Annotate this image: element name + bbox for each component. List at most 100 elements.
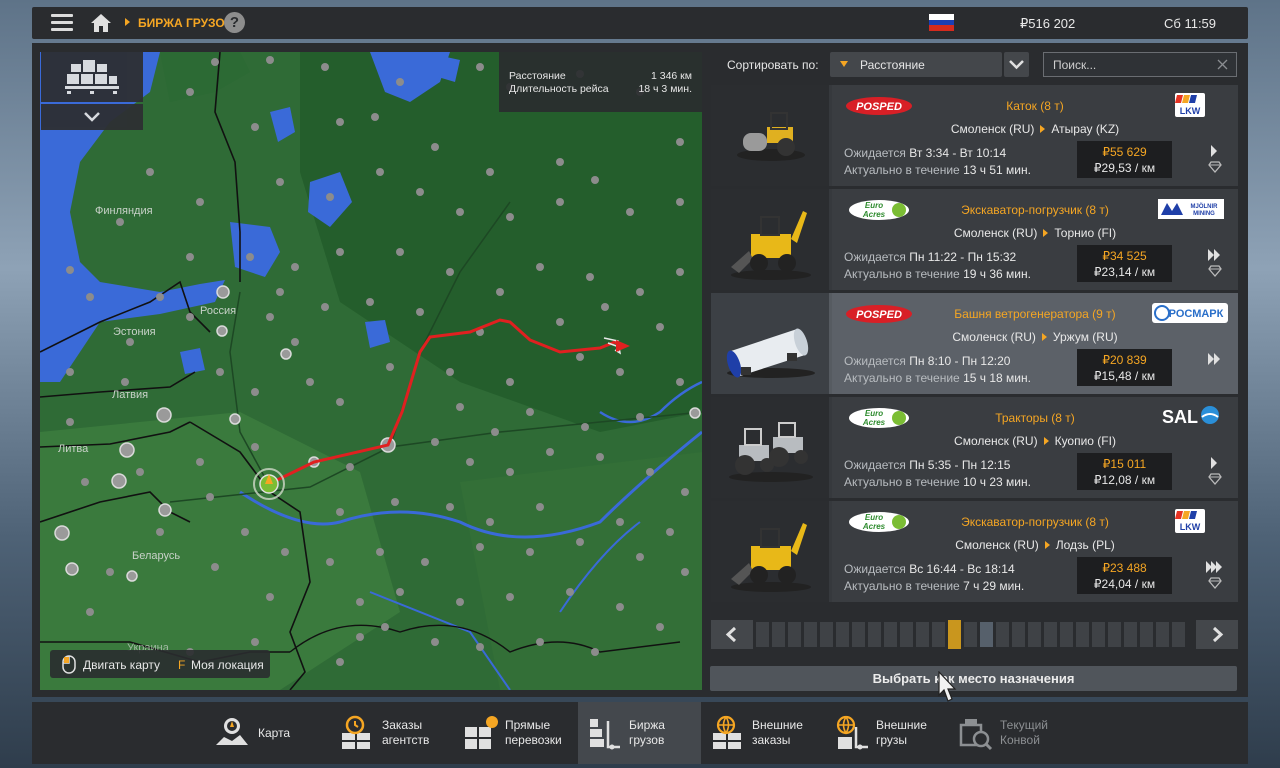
move-map-label: Двигать карту	[83, 658, 161, 672]
pager-cell[interactable]	[804, 622, 817, 647]
pager-cell[interactable]	[1108, 622, 1121, 647]
job-route: Смоленск (RU) Лодзь (PL)	[832, 538, 1238, 552]
urgency-arrow-icon	[1211, 457, 1217, 469]
job-card[interactable]: Euro Acres Тракторы (8 т) SAL Смоленск (…	[711, 397, 1238, 498]
pager-cell[interactable]	[1044, 622, 1057, 647]
pager-cell[interactable]	[916, 622, 929, 647]
urgency-arrow-icon	[1211, 145, 1217, 157]
nav-map[interactable]: Карта	[202, 702, 322, 764]
pager-cell[interactable]	[1124, 622, 1137, 647]
pager-cell[interactable]	[932, 622, 945, 647]
pager-cell[interactable]	[996, 622, 1009, 647]
pager-cell[interactable]	[852, 622, 865, 647]
pager-cell[interactable]	[900, 622, 913, 647]
pager-cell[interactable]	[868, 622, 881, 647]
pager-cell[interactable]	[772, 622, 785, 647]
sal-logo-icon: SAL	[1162, 406, 1219, 427]
pager-cell[interactable]	[1156, 622, 1169, 647]
route-to: Уржум (RU)	[1052, 330, 1118, 344]
route-to: Куопио (FI)	[1054, 434, 1116, 448]
pager-cell[interactable]	[836, 622, 849, 647]
job-price: ₽23 488 ₽24,04 / км	[1077, 557, 1172, 594]
cargo-thumbnail	[711, 293, 829, 394]
caret-down-icon	[840, 61, 848, 67]
next-page-button[interactable]	[1196, 620, 1238, 649]
chevron-down-icon	[84, 112, 100, 122]
chevron-left-icon	[725, 626, 737, 643]
job-card[interactable]: Euro Acres Экскаватор-погрузчик (8 т) LK…	[711, 501, 1238, 602]
search-input[interactable]	[1043, 52, 1237, 77]
nav-freight-market[interactable]: Биржа грузов	[578, 702, 701, 764]
chevron-down-icon	[1009, 60, 1024, 70]
cargo-thumbnail	[711, 397, 829, 498]
sort-dropdown[interactable]: Расстояние	[830, 52, 1002, 77]
route-from: Смоленск (RU)	[955, 538, 1039, 552]
nav-current-convoy-label: Текущий Конвой	[1000, 718, 1048, 747]
agency-orders-icon	[342, 715, 370, 749]
svg-text:SAL: SAL	[1162, 407, 1198, 427]
job-card[interactable]: Euro Acres Экскаватор-погрузчик (8 т) MJ…	[711, 189, 1238, 290]
cargo-name: Экскаватор-погрузчик (8 т)	[961, 515, 1109, 529]
route-from: Смоленск (RU)	[953, 226, 1038, 240]
cargo-filter-toggle[interactable]	[41, 104, 143, 130]
cargo-filter-button[interactable]	[41, 52, 143, 102]
sort-label: Сортировать по:	[727, 58, 819, 72]
duration-label: Длительность рейса	[509, 83, 609, 95]
pager-cell[interactable]	[1092, 622, 1105, 647]
pager-cell[interactable]	[1076, 622, 1089, 647]
nav-direct-deliveries[interactable]: Прямые перевозки	[455, 702, 575, 764]
pager-cell[interactable]	[820, 622, 833, 647]
mouse-cursor-icon	[938, 671, 957, 702]
pager-cell[interactable]	[1172, 622, 1185, 647]
cargo-thumbnail	[711, 85, 829, 186]
select-destination-button[interactable]: Выбрать как место назначения	[710, 666, 1237, 691]
job-valid: Актуально в течение 7 ч 29 мин.	[844, 579, 1025, 593]
job-info: Euro Acres Экскаватор-погрузчик (8 т) LK…	[832, 501, 1238, 602]
job-info: Euro Acres Тракторы (8 т) SAL Смоленск (…	[832, 397, 1238, 498]
menu-icon[interactable]	[51, 14, 73, 32]
wind-tower-section-icon	[726, 328, 815, 378]
nav-freight-market-label: Биржа грузов	[629, 718, 665, 747]
svg-text:LKW: LKW	[1180, 522, 1201, 532]
sort-dropdown-toggle[interactable]	[1004, 52, 1029, 77]
job-card-selected[interactable]: POSPED Башня ветрогенератора (9 т) РОСМА…	[711, 293, 1238, 394]
nav-map-label: Карта	[258, 726, 291, 740]
nav-external-contracts[interactable]: Внешние заказы	[705, 702, 825, 764]
pager-cell[interactable]	[756, 622, 769, 647]
pager-cell[interactable]	[884, 622, 897, 647]
job-info: Euro Acres Экскаватор-погрузчик (8 т) MJ…	[832, 189, 1238, 290]
nav-current-convoy[interactable]: Текущий Конвой	[955, 702, 1075, 764]
pager-cell[interactable]	[788, 622, 801, 647]
job-price: ₽15 011 ₽12,08 / км	[1077, 453, 1172, 490]
job-route: Смоленск (RU) Торнио (FI)	[832, 226, 1238, 240]
job-route: Смоленск (RU) Куопио (FI)	[832, 434, 1238, 448]
route-from: Смоленск (RU)	[952, 330, 1036, 344]
clear-search-icon[interactable]	[1217, 59, 1228, 70]
job-card[interactable]: POSPED Каток (8 т) LKW Смоленск (RU) Атыр…	[711, 85, 1238, 186]
nav-external-cargo[interactable]: Внешние грузы	[830, 702, 950, 764]
job-route: Смоленск (RU) Уржум (RU)	[832, 330, 1238, 344]
world-map[interactable]: Финляндия Россия Эстония Латвия Литва Бе…	[40, 52, 702, 690]
pager-cell[interactable]	[1012, 622, 1025, 647]
distance-value: 1 346 км	[650, 70, 692, 82]
svg-text:Euro: Euro	[865, 513, 883, 522]
svg-text:Euro: Euro	[865, 201, 883, 210]
help-icon[interactable]: ?	[224, 12, 245, 33]
pager-cell[interactable]	[1060, 622, 1073, 647]
route-info-panel: Расстояние 1 346 км Длительность рейса 1…	[499, 52, 702, 112]
prev-page-button[interactable]	[711, 620, 753, 649]
pager-cell[interactable]	[980, 622, 993, 647]
home-icon[interactable]	[90, 13, 112, 33]
lkw-logo-icon: LKW	[1175, 509, 1205, 533]
job-valid: Актуально в течение 10 ч 23 мин.	[844, 475, 1031, 489]
direct-deliveries-icon	[465, 716, 498, 749]
pager-cell-active[interactable]	[948, 620, 961, 649]
nav-agency-orders[interactable]: Заказы агентств	[330, 702, 450, 764]
pager-cell[interactable]	[1028, 622, 1041, 647]
pager-cell[interactable]	[1140, 622, 1153, 647]
map-controls-hint: Двигать карту F Моя локация	[50, 650, 270, 678]
lkw-logo-icon: LKW	[1175, 93, 1205, 117]
svg-text:Euro: Euro	[865, 409, 883, 418]
pager-cell[interactable]	[964, 622, 977, 647]
external-contracts-icon	[713, 715, 741, 749]
